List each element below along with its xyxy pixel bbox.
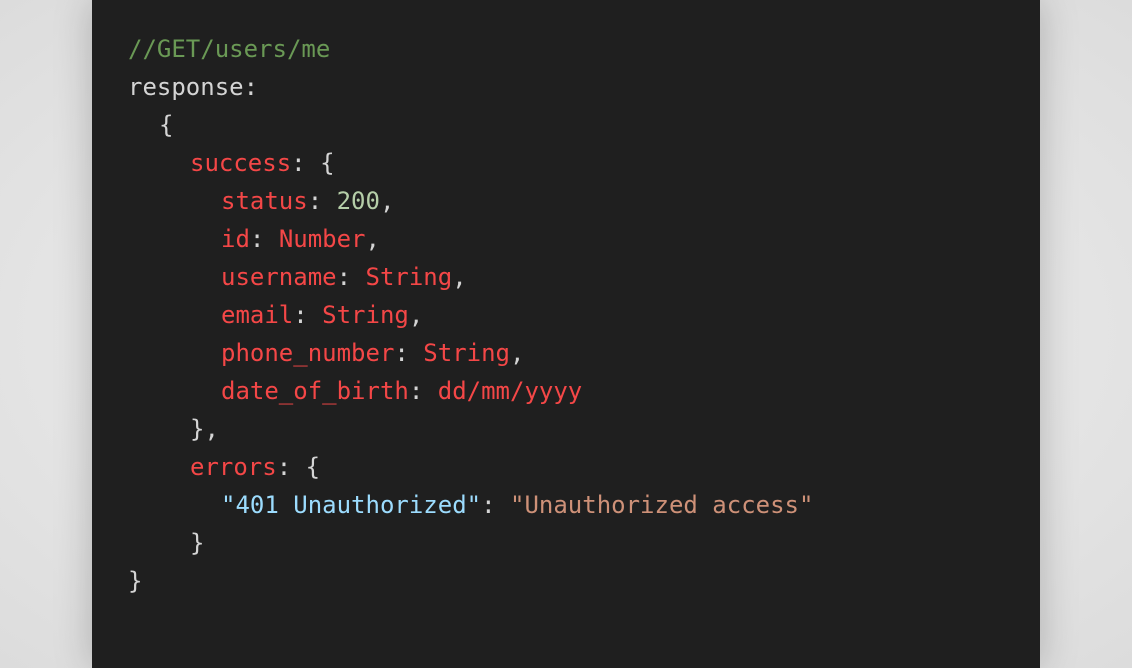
errors-key: errors [190,453,277,481]
field-key: phone_number [221,339,395,367]
colon: : [291,149,321,177]
code-line-success-close: }, [128,410,1040,448]
comma: , [408,301,424,329]
field-key: id [221,225,250,253]
code-line-field-phone-number: phone_number: String, [128,334,1040,372]
field-key: status [221,187,308,215]
close-brace: } [128,567,143,595]
field-value: dd/mm/yyyy [437,377,583,405]
field-value: String [322,301,409,329]
open-brace: { [159,111,174,139]
open-brace: { [305,453,321,481]
comma: , [365,225,380,253]
colon: : [408,377,438,405]
open-brace: { [320,149,335,177]
code-line-errors: errors: { [128,448,1040,486]
field-value: Number [278,225,366,253]
colon: : [243,73,259,101]
colon: : [481,491,510,519]
code-line-field-username: username: String, [128,258,1040,296]
code-line-errors-close: } [128,524,1040,562]
comma: , [379,187,395,215]
colon: : [336,263,366,291]
error-message: "Unauthorized access" [510,491,814,519]
code-line-field-status: status: 200, [128,182,1040,220]
comma: , [510,339,525,367]
code-line-open-brace: { [128,106,1040,144]
response-label: response [128,73,244,101]
comma: , [452,263,467,291]
field-key: username [221,263,337,291]
colon: : [394,339,424,367]
code-line-field-id: id: Number, [128,220,1040,258]
code-line-field-email: email: String, [128,296,1040,334]
colon: : [249,225,279,253]
code-line-error-entry: "401 Unauthorized": "Unauthorized access… [128,486,1040,524]
error-code: "401 Unauthorized" [221,491,482,519]
colon: : [307,187,337,215]
code-line-success: success: { [128,144,1040,182]
close-brace: } [190,529,205,557]
endpoint-comment: //GET/users/me [128,35,331,63]
colon: : [293,301,323,329]
code-line-final-close: } [128,562,1040,600]
code-line-field-date-of-birth: date_of_birth: dd/mm/yyyy [128,372,1040,410]
code-block: //GET/users/me response: { success: { st… [92,0,1040,668]
code-line-comment: //GET/users/me [128,30,1040,68]
field-value: String [423,339,510,367]
field-key: email [221,301,294,329]
close-brace: }, [190,415,219,443]
field-value: String [365,263,453,291]
field-value: 200 [336,187,380,215]
code-line-response: response: [128,68,1040,106]
success-key: success [190,149,292,177]
colon: : [276,453,306,481]
field-key: date_of_birth [221,377,409,405]
